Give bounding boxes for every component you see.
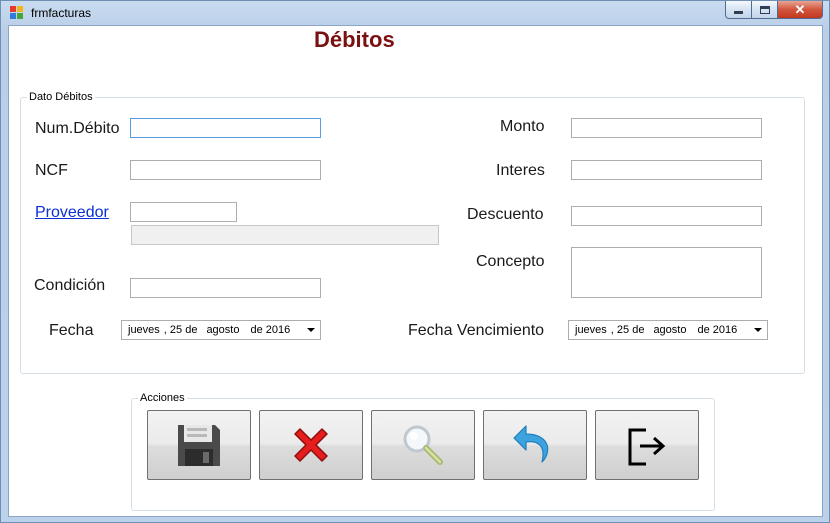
fecha-vencimiento-date-picker[interactable]: jueves , 25 de agosto de 2016 <box>568 320 768 340</box>
fecha-vencimiento-month: agosto <box>653 324 687 336</box>
descuento-field[interactable] <box>571 206 762 226</box>
window-title: frmfacturas <box>31 6 92 20</box>
minimize-icon <box>734 11 743 14</box>
fecha-weekday: jueves <box>128 324 160 336</box>
fecha-year: de 2016 <box>250 324 291 336</box>
interes-field[interactable] <box>571 160 762 180</box>
fecha-vencimiento-day: , 25 de <box>610 324 645 336</box>
red-x-icon <box>294 428 328 462</box>
ncf-label: NCF <box>35 162 68 179</box>
close-button[interactable]: ✕ <box>777 1 823 19</box>
descuento-label: Descuento <box>467 206 544 223</box>
exit-button[interactable] <box>595 410 699 480</box>
concepto-field[interactable] <box>571 247 762 298</box>
search-button[interactable] <box>371 410 475 480</box>
undo-button[interactable] <box>483 410 587 480</box>
fecha-vencimiento-year: de 2016 <box>697 324 738 336</box>
cancel-button[interactable] <box>259 410 363 480</box>
fecha-label: Fecha <box>49 322 94 339</box>
fecha-date-picker[interactable]: jueves , 25 de agosto de 2016 <box>121 320 321 340</box>
chevron-down-icon[interactable] <box>751 323 765 337</box>
monto-field[interactable] <box>571 118 762 138</box>
title-bar[interactable]: frmfacturas ✕ <box>1 1 829 25</box>
maximize-icon <box>759 5 770 14</box>
proveedor-code-field[interactable] <box>130 202 237 222</box>
proveedor-link[interactable]: Proveedor <box>35 204 109 222</box>
interes-label: Interes <box>496 162 545 179</box>
save-button[interactable] <box>147 410 251 480</box>
floppy-disk-icon <box>178 425 220 466</box>
maximize-button[interactable] <box>751 1 778 19</box>
ncf-field[interactable] <box>130 160 321 180</box>
group-dato-debitos-label: Dato Débitos <box>27 91 95 103</box>
undo-arrow-icon <box>513 425 549 463</box>
magnifier-icon <box>403 425 443 465</box>
group-acciones-label: Acciones <box>138 392 187 404</box>
fecha-day: , 25 de <box>163 324 198 336</box>
condicion-label: Condición <box>34 277 106 294</box>
exit-door-icon <box>628 428 666 466</box>
condicion-field[interactable] <box>130 278 321 298</box>
concepto-label: Concepto <box>476 253 545 270</box>
num-debito-field[interactable] <box>130 118 321 138</box>
close-icon: ✕ <box>794 2 806 17</box>
num-debito-label: Num.Débito <box>35 120 120 137</box>
minimize-button[interactable] <box>725 1 752 19</box>
monto-label: Monto <box>500 118 545 135</box>
fecha-month: agosto <box>206 324 240 336</box>
fecha-vencimiento-weekday: jueves <box>575 324 607 336</box>
chevron-down-icon[interactable] <box>304 323 318 337</box>
page-title: Débitos <box>314 27 395 52</box>
proveedor-name-field <box>131 225 439 245</box>
fecha-vencimiento-label: Fecha Vencimiento <box>408 322 545 339</box>
app-form-icon <box>10 6 24 19</box>
